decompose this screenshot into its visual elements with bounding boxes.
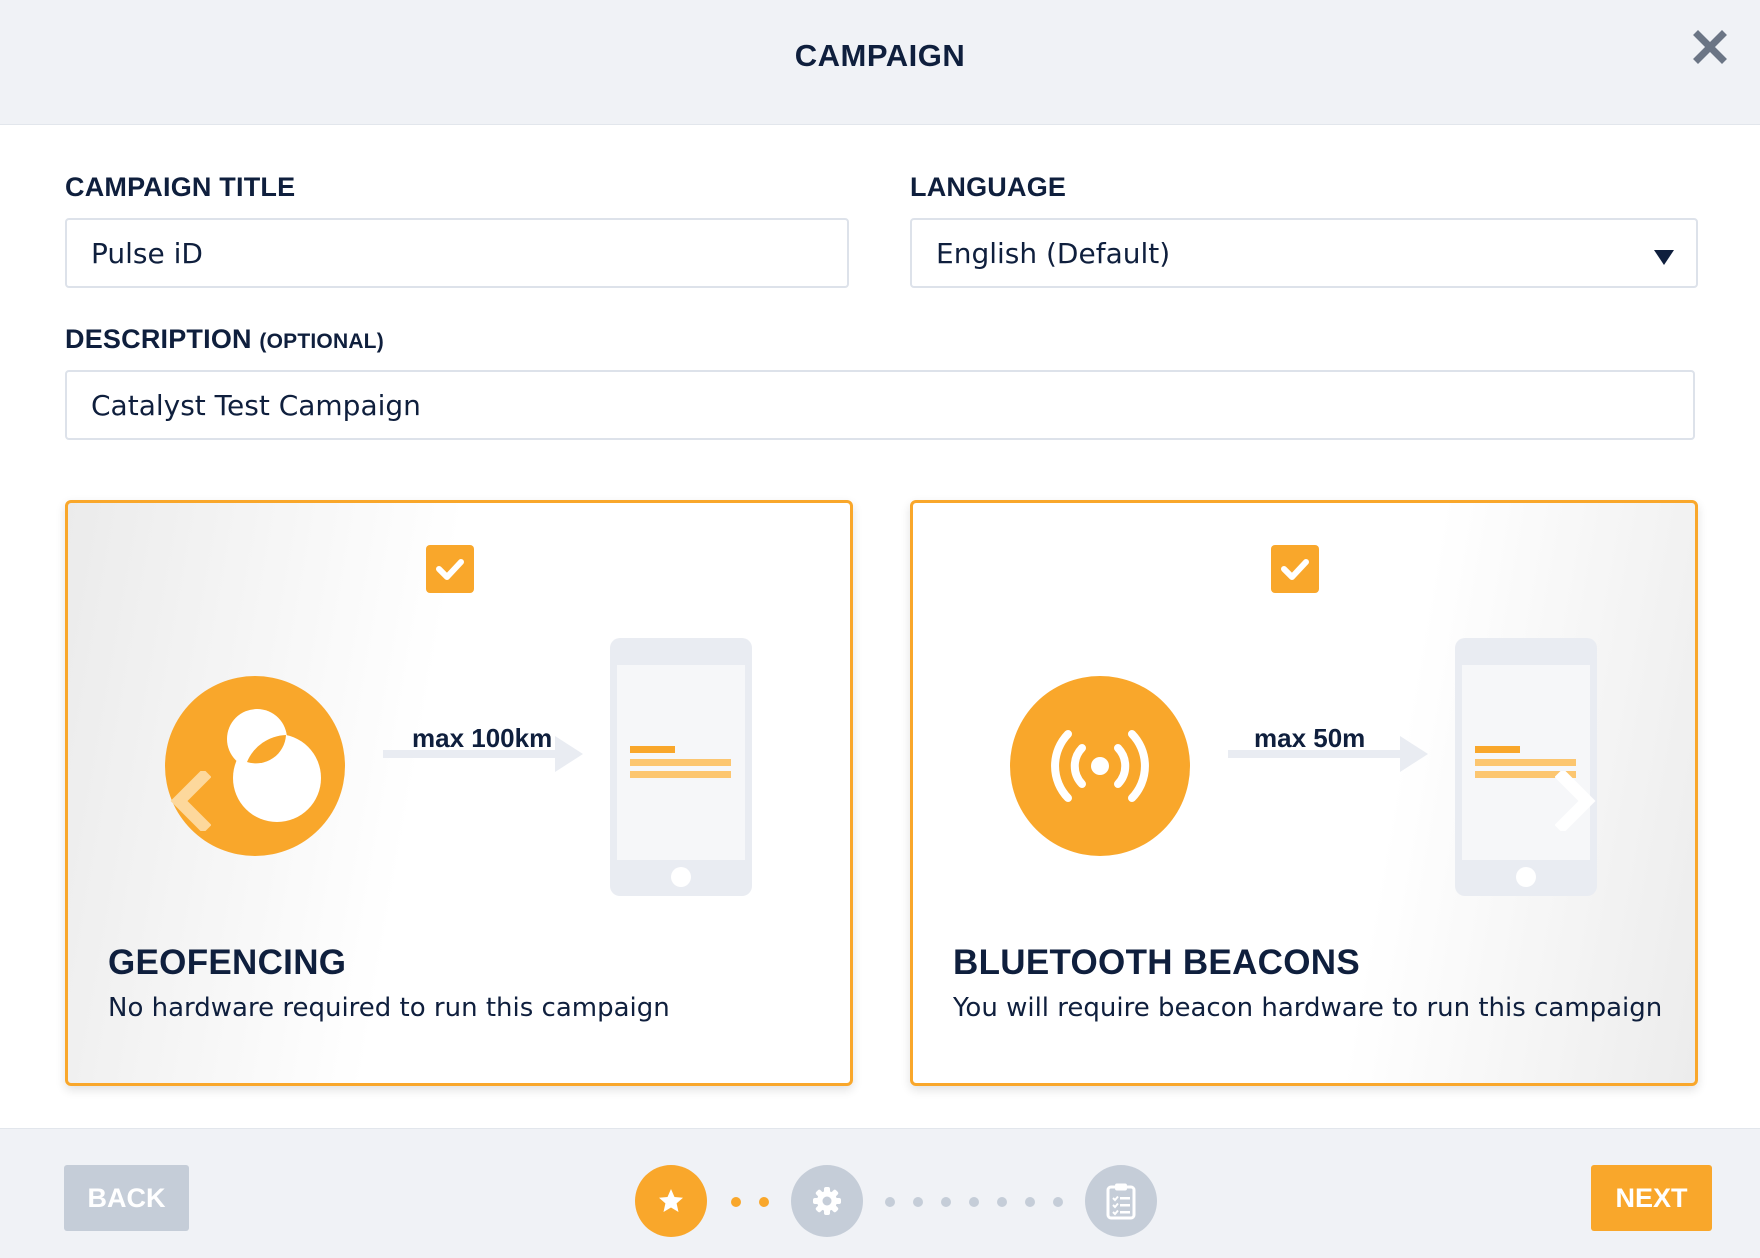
step-dot — [759, 1197, 769, 1207]
description-label: DESCRIPTION (OPTIONAL) — [65, 324, 384, 355]
beacon-signal-icon — [1010, 676, 1190, 856]
beacons-checkbox[interactable] — [1271, 545, 1319, 593]
beacons-description: You will require beacon hardware to run … — [953, 993, 1663, 1023]
step-details[interactable] — [635, 1165, 707, 1237]
arrow-right-icon — [383, 736, 583, 772]
campaign-title-input[interactable]: Pulse iD — [65, 218, 849, 288]
geofencing-description: No hardware required to run this campaig… — [108, 993, 670, 1023]
step-review[interactable] — [1085, 1165, 1157, 1237]
modal-header: CAMPAIGN — [0, 0, 1760, 125]
close-icon[interactable] — [1693, 30, 1727, 64]
arrow-right-icon — [1228, 736, 1428, 772]
phone-icon — [1455, 638, 1597, 896]
language-value: English (Default) — [936, 236, 1171, 270]
description-label-text: DESCRIPTION — [65, 324, 252, 354]
gear-icon — [813, 1187, 841, 1215]
step-dot — [913, 1197, 923, 1207]
clipboard-icon — [1106, 1183, 1136, 1220]
caret-down-icon — [1654, 250, 1674, 265]
campaign-title-value: Pulse iD — [91, 236, 203, 270]
step-dot — [941, 1197, 951, 1207]
step-dot — [997, 1197, 1007, 1207]
geofencing-title: GEOFENCING — [108, 943, 347, 982]
checkmark-icon — [1281, 559, 1309, 580]
beacons-title: BLUETOOTH BEACONS — [953, 943, 1360, 982]
page-title: CAMPAIGN — [794, 38, 966, 73]
step-dot — [885, 1197, 895, 1207]
step-dot — [1053, 1197, 1063, 1207]
step-dot — [1025, 1197, 1035, 1207]
language-select[interactable]: English (Default) — [910, 218, 1698, 288]
step-settings[interactable] — [791, 1165, 863, 1237]
chevron-right-icon[interactable] — [1555, 771, 1599, 831]
description-value: Catalyst Test Campaign — [91, 388, 421, 422]
geofencing-card[interactable]: max 100km GEOFENCING No hardware require… — [65, 500, 853, 1086]
star-icon — [659, 1189, 683, 1212]
bluetooth-beacons-card[interactable]: max 50m BLUETOOTH BEACONS You will requi… — [910, 500, 1698, 1086]
step-dot — [969, 1197, 979, 1207]
step-dot — [731, 1197, 741, 1207]
description-input[interactable]: Catalyst Test Campaign — [65, 370, 1695, 440]
description-optional-label: (OPTIONAL) — [259, 330, 384, 353]
campaign-modal: CAMPAIGN CAMPAIGN TITLE Pulse iD LANGUAG… — [0, 0, 1760, 1258]
language-label: LANGUAGE — [910, 172, 1067, 202]
campaign-title-label: CAMPAIGN TITLE — [65, 172, 296, 202]
back-button[interactable]: BACK — [64, 1165, 189, 1231]
modal-footer: BACK NEXT — [0, 1128, 1760, 1258]
phone-icon — [610, 638, 752, 896]
geofencing-checkbox[interactable] — [426, 545, 474, 593]
next-button[interactable]: NEXT — [1591, 1165, 1712, 1231]
checkmark-icon — [436, 559, 464, 580]
chevron-left-icon[interactable] — [167, 771, 211, 831]
